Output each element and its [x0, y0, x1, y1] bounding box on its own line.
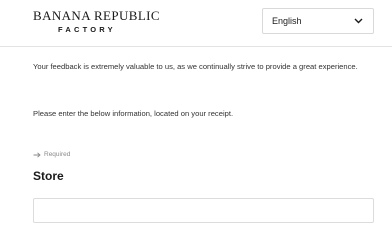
- brand-logo[interactable]: BANANA REPUBLIC FACTORY: [33, 8, 163, 35]
- intro-text: Your feedback is extremely valuable to u…: [33, 62, 358, 71]
- brand-subtitle: FACTORY: [58, 25, 116, 34]
- required-note: Required: [33, 151, 70, 158]
- language-select[interactable]: English: [262, 8, 374, 34]
- store-heading: Store: [33, 169, 64, 183]
- language-select-value: English: [272, 16, 302, 26]
- arrow-right-icon: [33, 151, 41, 158]
- brand-name: BANANA REPUBLIC: [33, 8, 160, 23]
- chevron-down-icon: [354, 18, 363, 24]
- required-label: Required: [44, 151, 71, 158]
- store-input[interactable]: [33, 198, 374, 223]
- site-header: BANANA REPUBLIC FACTORY English: [0, 0, 392, 47]
- instruction-text: Please enter the below information, loca…: [33, 109, 234, 118]
